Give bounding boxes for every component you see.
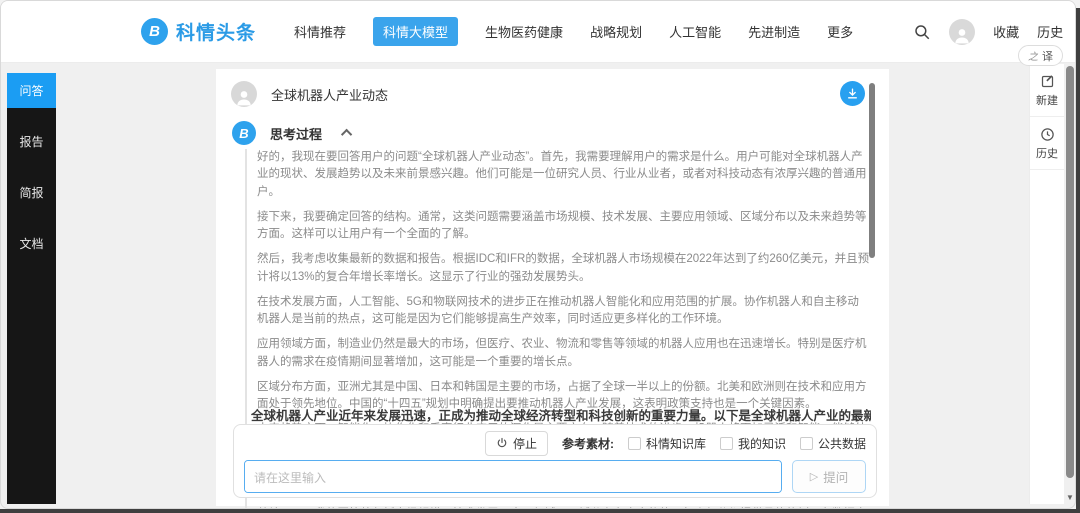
screenshot-stage: B 科情头条 科情推荐 科情大模型 生物医药健康 战略规划 人工智能 先进制造 … xyxy=(0,0,1080,513)
thinking-paragraph: 应用领域方面，制造业仍然是最大的市场，但医疗、农业、物流和零售等领域的机器人应用… xyxy=(257,336,870,371)
source-label: 科情知识库 xyxy=(646,435,706,452)
checkbox-keqing-kb[interactable] xyxy=(628,437,641,450)
composer-options-row: 停止 参考素材: 科情知识库 我的知识 公共数据 xyxy=(244,431,866,455)
power-icon xyxy=(496,437,508,449)
chat-scrollbar-thumb[interactable] xyxy=(869,83,875,258)
right-toolbar: 新建 历史 xyxy=(1029,64,1064,504)
user-query-text: 全球机器人产业动态 xyxy=(271,85,388,104)
page-scrollbar-thumb[interactable] xyxy=(1066,66,1074,478)
source-option-my-knowledge[interactable]: 我的知识 xyxy=(720,435,786,452)
answer-preview-text: 全球机器人产业近年来发展迅速，正成为推动全球经济转型和科技创新的重要力量。以下是… xyxy=(251,405,871,423)
user-query-row: 全球机器人产业动态 xyxy=(231,81,388,107)
sidebar-item-qa[interactable]: 问答 xyxy=(7,73,56,108)
download-button[interactable] xyxy=(840,81,865,106)
favorites-link[interactable]: 收藏 xyxy=(993,22,1019,41)
thinking-paragraph: 然后，我考虑收集最新的数据和报告。根据IDC和IFR的数据，全球机器人市场规模在… xyxy=(257,251,870,286)
send-icon: ▷ xyxy=(810,470,818,483)
nav-item-xianjinzhizao[interactable]: 先进制造 xyxy=(748,22,800,41)
source-option-keqing-kb[interactable]: 科情知识库 xyxy=(628,435,706,452)
history-button[interactable]: 历史 xyxy=(1030,117,1064,170)
translate-stroke-icon: 之 xyxy=(1028,48,1038,63)
sidebar-item-briefing[interactable]: 简报 xyxy=(7,175,56,210)
query-user-avatar xyxy=(231,81,257,107)
nav-item-rengongzhineng[interactable]: 人工智能 xyxy=(669,22,721,41)
question-input[interactable] xyxy=(244,460,782,493)
thinking-paragraph: 在技术发展方面，人工智能、5G和物联网技术的进步正在推动机器人智能化和应用范围的… xyxy=(257,294,870,329)
translate-pill-button[interactable]: 之 译 xyxy=(1018,45,1063,66)
scroll-down-arrow-icon[interactable]: ▼ xyxy=(1065,493,1075,502)
navbar-right-group: 收藏 历史 xyxy=(913,19,1063,45)
window-edge-bottom xyxy=(0,509,1080,513)
browser-page: B 科情头条 科情推荐 科情大模型 生物医药健康 战略规划 人工智能 先进制造 … xyxy=(0,0,1076,509)
left-sidebar: 问答 报告 简报 文档 xyxy=(7,73,56,504)
search-icon[interactable] xyxy=(913,23,931,41)
history-link[interactable]: 历史 xyxy=(1037,22,1063,41)
top-navbar: B 科情头条 科情推荐 科情大模型 生物医药健康 战略规划 人工智能 先进制造 … xyxy=(1,1,1075,63)
user-avatar[interactable] xyxy=(949,19,975,45)
nav-item-shengwuyiyao[interactable]: 生物医药健康 xyxy=(485,22,563,41)
brand-name: 科情头条 xyxy=(176,18,256,45)
ai-logo-icon: B xyxy=(232,121,256,145)
sidebar-item-report[interactable]: 报告 xyxy=(7,124,56,159)
ask-label: 提问 xyxy=(823,467,848,486)
new-session-label: 新建 xyxy=(1036,92,1058,108)
thinking-paragraph: 好的，我现在要回答用户的问题“全球机器人产业动态”。首先，我需要理解用户的需求是… xyxy=(257,149,870,201)
reference-label: 参考素材: xyxy=(562,435,614,452)
thinking-paragraph: 接下来，我要确定回答的结构。通常，这类问题需要涵盖市场规模、技术发展、主要应用领… xyxy=(257,209,870,244)
nav-item-keqing-damoxing[interactable]: 科情大模型 xyxy=(373,17,458,46)
new-doc-icon xyxy=(1040,74,1055,89)
nav-item-zhanlueguihua[interactable]: 战略规划 xyxy=(590,22,642,41)
page-scrollbar[interactable]: ▼ xyxy=(1065,64,1075,502)
stop-label: 停止 xyxy=(513,435,537,452)
sidebar-item-document[interactable]: 文档 xyxy=(7,226,56,261)
source-label: 公共数据 xyxy=(818,435,866,452)
clock-icon xyxy=(1040,127,1055,142)
ask-button[interactable]: ▷ 提问 xyxy=(792,460,866,493)
nav-item-keqing-tuijian[interactable]: 科情推荐 xyxy=(294,22,346,41)
checkbox-my-knowledge[interactable] xyxy=(720,437,733,450)
new-session-button[interactable]: 新建 xyxy=(1030,64,1064,117)
stop-button[interactable]: 停止 xyxy=(485,431,548,456)
composer-panel: 停止 参考素材: 科情知识库 我的知识 公共数据 xyxy=(233,424,877,498)
main-nav-menu: 科情推荐 科情大模型 生物医药健康 战略规划 人工智能 先进制造 更多 xyxy=(294,17,853,46)
source-label: 我的知识 xyxy=(738,435,786,452)
source-option-public-data[interactable]: 公共数据 xyxy=(800,435,866,452)
composer-input-row: ▷ 提问 xyxy=(244,460,866,493)
checkbox-public-data[interactable] xyxy=(800,437,813,450)
nav-item-more[interactable]: 更多 xyxy=(827,22,853,41)
thinking-header-row: B 思考过程 xyxy=(232,121,352,145)
brand-logo[interactable]: B 科情头条 xyxy=(141,18,256,45)
thinking-title: 思考过程 xyxy=(270,124,322,143)
chat-panel: 全球机器人产业动态 B 思考过程 好的，我现在要回答用户的问题“全球机器人产业动… xyxy=(216,69,889,506)
brand-logo-icon: B xyxy=(141,18,168,45)
window-edge-right xyxy=(1076,8,1080,513)
translate-label: 译 xyxy=(1042,48,1053,64)
collapse-chevron-icon[interactable] xyxy=(341,129,352,140)
thinking-paragraph: 总结一下，我的回答将包括市场规模、技术发展、应用领域、区域分布和未来趋势，每个部… xyxy=(257,506,870,509)
history-rail-label: 历史 xyxy=(1036,145,1058,161)
